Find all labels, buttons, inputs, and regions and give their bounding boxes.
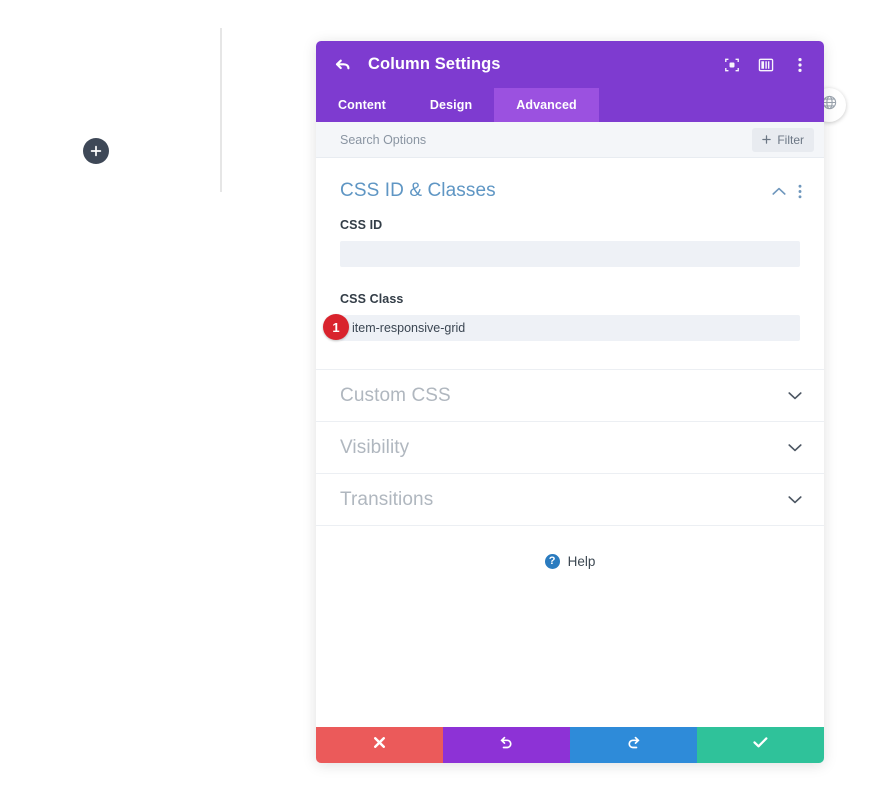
header-actions <box>722 55 810 75</box>
save-button[interactable] <box>697 727 824 763</box>
search-input[interactable] <box>340 132 753 147</box>
field-css-id: CSS ID <box>316 218 824 267</box>
tab-advanced[interactable]: Advanced <box>494 88 599 122</box>
section-custom-css[interactable]: Custom CSS <box>316 370 824 422</box>
section-title: Visibility <box>340 436 410 458</box>
field-label: CSS Class <box>340 292 404 306</box>
back-arrow-icon[interactable] <box>334 56 352 74</box>
tab-design[interactable]: Design <box>408 88 494 122</box>
field-label: CSS ID <box>340 218 383 232</box>
chevron-down-icon[interactable] <box>788 391 802 400</box>
settings-body: CSS ID & Classes CSS ID CSS Class 1 item… <box>316 158 824 727</box>
css-class-input[interactable] <box>340 315 800 341</box>
filter-button[interactable]: Filter <box>752 127 814 152</box>
page-title: Column Settings <box>368 55 501 73</box>
question-mark-icon[interactable]: ? <box>544 554 560 569</box>
chevron-down-icon[interactable] <box>788 443 802 452</box>
step-badge: 1 <box>323 314 349 340</box>
tab-content[interactable]: Content <box>316 88 408 122</box>
checkmark-icon <box>753 736 768 754</box>
undo-button[interactable] <box>443 727 570 763</box>
section-title: Transitions <box>340 488 434 510</box>
undo-arrow-icon <box>499 735 514 755</box>
close-x-icon <box>373 736 386 754</box>
help-row[interactable]: ? Help <box>316 526 824 569</box>
modal-header: Column Settings <box>316 41 824 88</box>
vertical-dots-icon[interactable] <box>790 55 810 75</box>
field-css-class: CSS Class 1 <box>316 292 824 341</box>
chevron-up-icon[interactable] <box>772 187 786 196</box>
chevron-down-icon[interactable] <box>788 495 802 504</box>
builder-canvas: Column Settings Content Design Advanced … <box>0 0 880 806</box>
section-title: CSS ID & Classes <box>340 180 496 201</box>
plus-icon <box>762 133 772 147</box>
vertical-dots-icon[interactable] <box>798 184 802 199</box>
css-id-input[interactable] <box>340 241 800 267</box>
column-divider <box>220 28 222 192</box>
column-settings-modal: Column Settings Content Design Advanced … <box>316 41 824 763</box>
focus-target-icon[interactable] <box>722 55 742 75</box>
section-transitions[interactable]: Transitions <box>316 474 824 526</box>
help-label[interactable]: Help <box>568 554 596 569</box>
section-visibility[interactable]: Visibility <box>316 422 824 474</box>
add-module-button[interactable] <box>83 138 109 164</box>
plus-icon <box>90 145 102 157</box>
section-header[interactable]: CSS ID & Classes <box>316 158 824 218</box>
section-title: Custom CSS <box>340 384 451 406</box>
section-css-id-classes: CSS ID & Classes CSS ID CSS Class 1 item… <box>316 158 824 370</box>
modal-footer <box>316 727 824 763</box>
filter-button-label: Filter <box>777 132 804 147</box>
search-bar: Filter <box>316 122 824 158</box>
redo-arrow-icon <box>626 735 641 755</box>
settings-tabs: Content Design Advanced <box>316 88 824 122</box>
layout-columns-icon[interactable] <box>756 55 776 75</box>
cancel-button[interactable] <box>316 727 443 763</box>
redo-button[interactable] <box>570 727 697 763</box>
